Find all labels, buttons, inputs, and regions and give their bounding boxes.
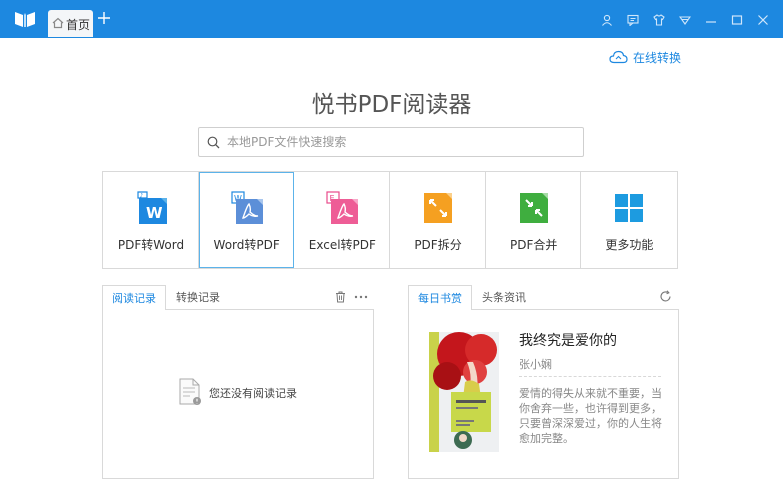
pdf-merge-icon <box>519 193 548 223</box>
pdf-to-word-icon: ♪ W <box>137 191 167 224</box>
search-input[interactable] <box>227 132 567 152</box>
home-icon <box>52 17 64 29</box>
title-bar: 首页 <box>0 0 783 38</box>
recommend-tabs: 每日书赏 头条资讯 <box>408 285 679 310</box>
close-icon[interactable] <box>757 14 769 26</box>
search-icon <box>207 136 220 149</box>
user-icon[interactable] <box>601 14 613 26</box>
svg-text:W: W <box>146 204 163 222</box>
message-icon[interactable] <box>627 14 639 26</box>
feature-label: Word转PDF <box>213 238 280 252</box>
tab-reading-history[interactable]: 阅读记录 <box>102 285 166 310</box>
book-cover-image[interactable] <box>429 332 499 452</box>
tab-headline-news[interactable]: 头条资讯 <box>474 285 534 310</box>
recommend-body: 我终究是爱你的 张小娴 爱情的得失从来就不重要，当你舍弃一些，也许得到更多，只要… <box>408 309 679 479</box>
book-title[interactable]: 我终究是爱你的 <box>519 330 617 350</box>
more-icon[interactable] <box>354 291 368 303</box>
search-box[interactable] <box>198 127 584 157</box>
book-description: 爱情的得失从来就不重要，当你舍弃一些，也许得到更多，只要曾深深爱过，你的人生将愈… <box>519 387 662 445</box>
recommend-panel: 每日书赏 头条资讯 我终究是爱你的 张小娴 爱情的得失从来就不重要，当你舍弃一些… <box>408 285 679 479</box>
feature-label: PDF拆分 <box>414 238 462 252</box>
feature-label: Excel转PDF <box>308 238 376 252</box>
feature-pdf-to-word[interactable]: ♪ W PDF转Word <box>103 172 199 268</box>
tab-home[interactable]: 首页 <box>48 10 93 37</box>
skin-icon[interactable] <box>653 14 665 26</box>
excel-to-pdf-icon: E <box>326 191 359 224</box>
app-title: 悦书PDF阅读器 <box>311 92 472 118</box>
menu-icon[interactable] <box>679 14 691 26</box>
feature-excel-to-pdf[interactable]: E Excel转PDF <box>294 172 391 268</box>
feature-label: PDF合并 <box>509 238 558 252</box>
trash-icon[interactable] <box>335 291 346 303</box>
cloud-icon <box>609 50 628 64</box>
feature-label: PDF转Word <box>117 238 185 252</box>
new-tab-icon[interactable] <box>97 11 111 25</box>
pdf-split-icon <box>424 193 453 223</box>
divider <box>519 376 661 377</box>
history-body: 您还没有阅读记录 <box>102 309 374 479</box>
maximize-icon[interactable] <box>731 14 743 26</box>
app-logo-icon <box>15 12 35 27</box>
history-panel: 阅读记录 转换记录 您还没有阅读记录 <box>102 285 374 479</box>
feature-label: 更多功能 <box>605 238 654 252</box>
refresh-icon[interactable] <box>659 290 672 303</box>
minimize-icon[interactable] <box>705 14 717 26</box>
word-to-pdf-icon: W <box>231 191 263 224</box>
book-author: 张小娴 <box>519 358 552 371</box>
tab-home-label: 首页 <box>66 18 91 32</box>
more-features-icon <box>615 194 644 222</box>
feature-word-to-pdf[interactable]: W Word转PDF <box>198 172 295 268</box>
tab-daily-book[interactable]: 每日书赏 <box>408 285 472 310</box>
empty-history-text: 您还没有阅读记录 <box>209 387 297 400</box>
empty-document-icon <box>179 378 201 405</box>
history-tabs: 阅读记录 转换记录 <box>102 285 374 310</box>
online-convert-label: 在线转换 <box>633 51 682 65</box>
feature-pdf-split[interactable]: PDF拆分 <box>390 172 486 268</box>
tab-conversion-history[interactable]: 转换记录 <box>168 285 228 310</box>
feature-pdf-merge[interactable]: PDF合并 <box>486 172 582 268</box>
feature-grid: ♪ W PDF转Word W Word转PDF E Excel转PDF PDF拆… <box>102 171 678 269</box>
feature-more[interactable]: 更多功能 <box>581 172 677 268</box>
